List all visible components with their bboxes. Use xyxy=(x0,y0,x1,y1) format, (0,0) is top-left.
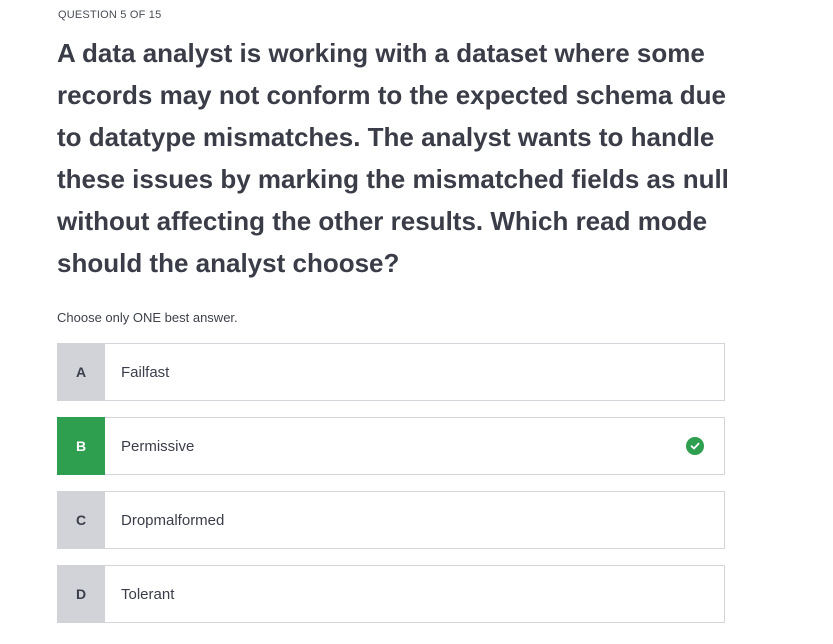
question-text: A data analyst is working with a dataset… xyxy=(57,38,729,278)
option-letter: A xyxy=(57,343,105,401)
option-d[interactable]: D Tolerant xyxy=(57,565,725,623)
option-a[interactable]: A Failfast xyxy=(57,343,725,401)
option-label: Dropmalformed xyxy=(121,511,225,529)
question-progress: QUESTION 5 OF 15 xyxy=(58,9,162,21)
option-label: Permissive xyxy=(121,437,195,455)
option-letter: B xyxy=(57,417,105,475)
option-letter: C xyxy=(57,491,105,549)
option-letter: D xyxy=(57,565,105,623)
option-label: Tolerant xyxy=(121,585,175,603)
option-c[interactable]: C Dropmalformed xyxy=(57,491,725,549)
answer-options: A Failfast B Permissive C Dropmalformed … xyxy=(57,343,725,639)
option-b[interactable]: B Permissive xyxy=(57,417,725,475)
answer-instruction: Choose only ONE best answer. xyxy=(57,310,238,325)
option-label: Failfast xyxy=(121,363,170,381)
check-circle-icon xyxy=(686,437,704,455)
